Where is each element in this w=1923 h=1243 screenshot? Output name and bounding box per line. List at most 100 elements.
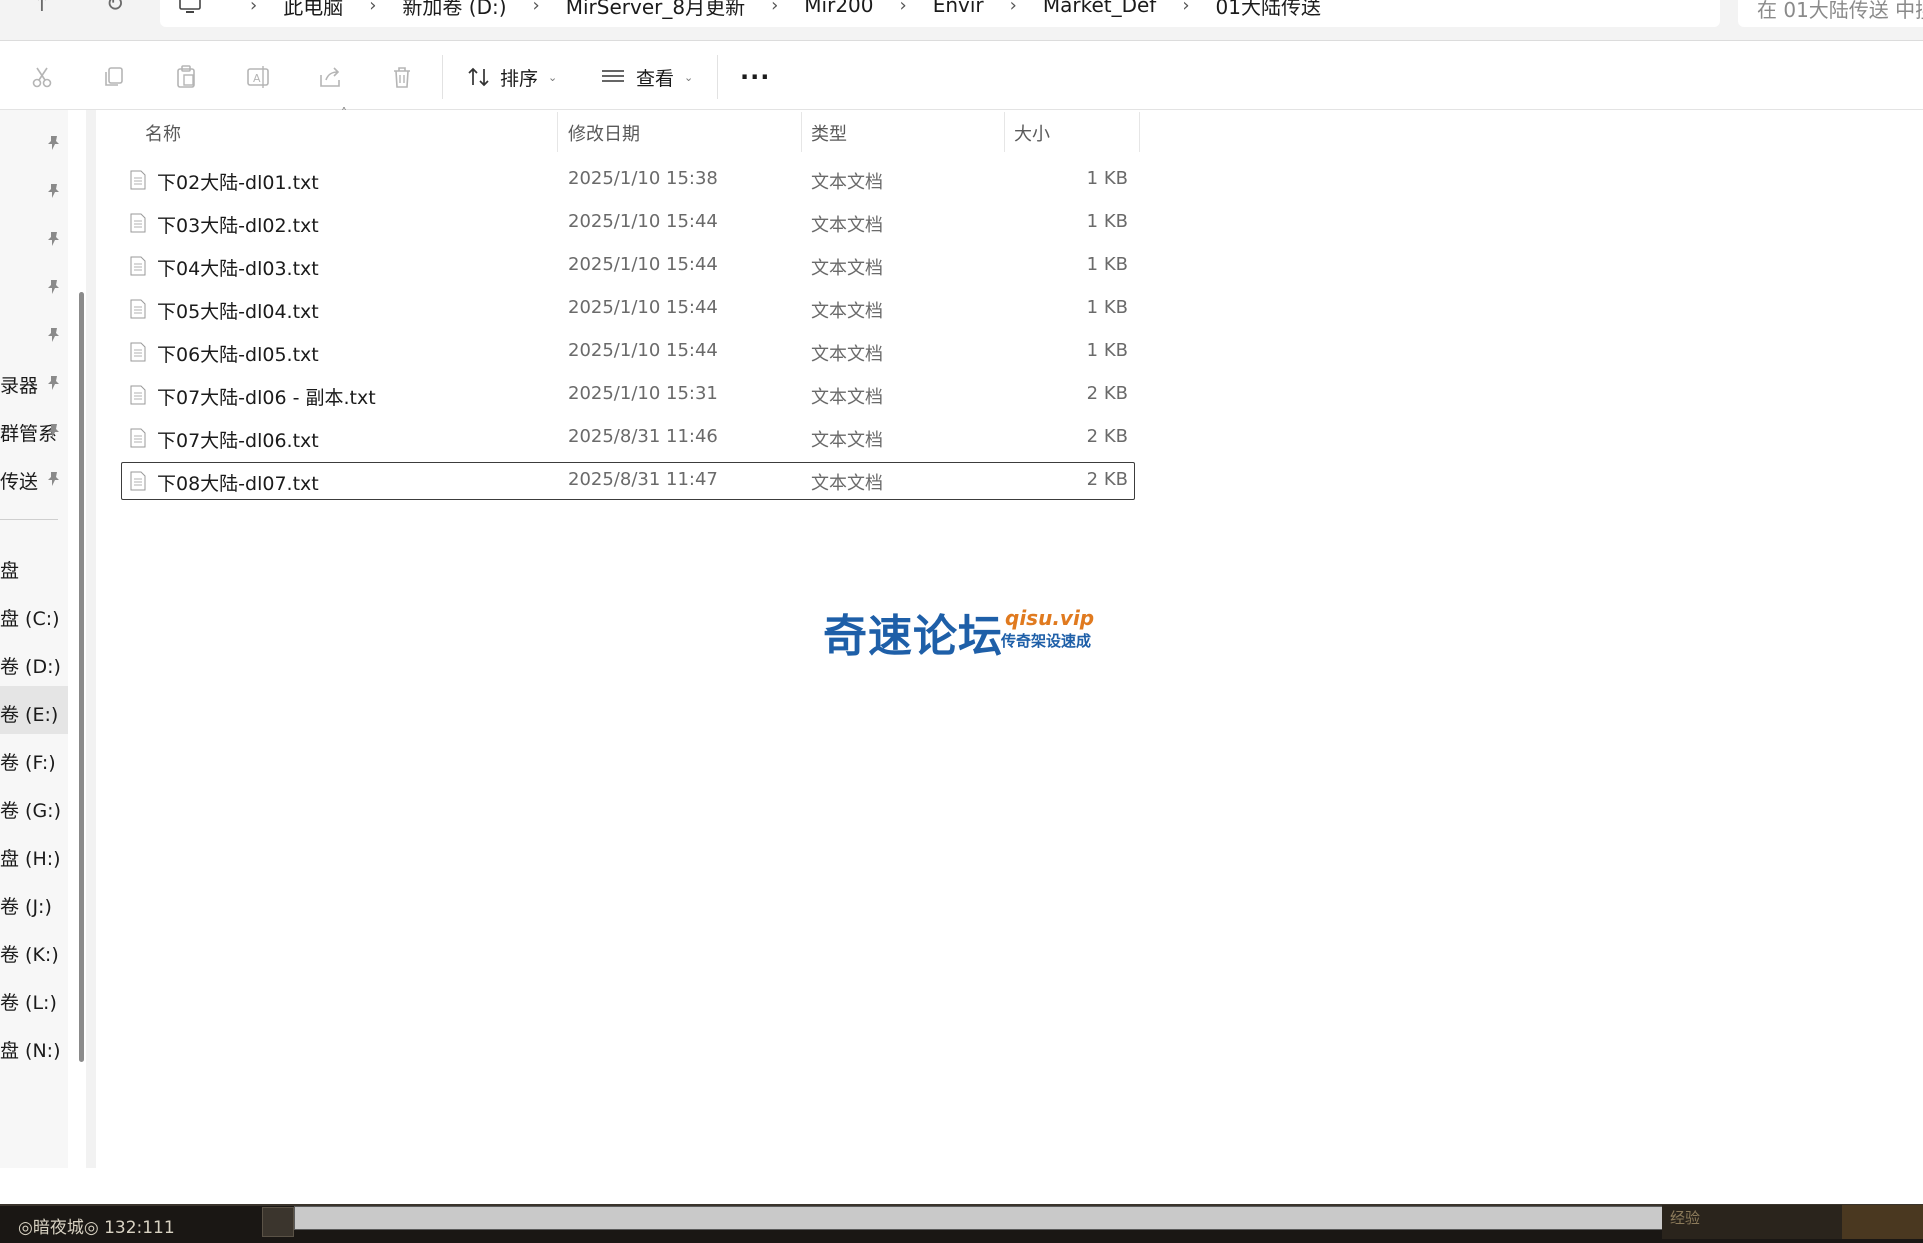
text-file-icon xyxy=(130,342,146,362)
pin-icon[interactable] xyxy=(46,327,60,343)
file-name: 下04大陆-dl03.txt xyxy=(157,258,319,280)
column-header-size[interactable]: 大小 xyxy=(1014,120,1050,146)
file-type: 文本文档 xyxy=(811,172,883,193)
computer-icon xyxy=(179,0,201,13)
pin-icon[interactable] xyxy=(46,423,60,439)
sidebar-item-drive[interactable]: 卷 (F:) xyxy=(0,748,56,775)
sidebar-item-drive[interactable]: 卷 (L:) xyxy=(0,988,57,1015)
text-file-icon xyxy=(130,170,146,190)
pin-icon[interactable] xyxy=(46,279,60,295)
game-bar-track[interactable] xyxy=(294,1206,1664,1230)
sidebar-item-drive[interactable]: 卷 (D:) xyxy=(0,652,61,679)
sidebar-item-drive[interactable]: 盘 (H:) xyxy=(0,844,61,871)
file-name: 下08大陆-dl07.txt xyxy=(157,473,319,495)
sort-ascending-caret-icon: ˄ xyxy=(341,106,347,120)
column-divider[interactable] xyxy=(801,112,802,152)
view-label: 查看 xyxy=(636,67,675,90)
sidebar-item-drive[interactable]: 盘 xyxy=(0,556,19,583)
file-name: 下07大陆-dl06.txt xyxy=(157,430,319,452)
delete-icon[interactable] xyxy=(388,63,416,91)
column-header-date[interactable]: 修改日期 xyxy=(568,120,640,146)
column-header-type[interactable]: 类型 xyxy=(811,120,847,146)
sidebar-item-drive[interactable]: 卷 (E:) xyxy=(0,700,58,727)
pin-icon[interactable] xyxy=(46,231,60,247)
sort-icon xyxy=(468,67,489,87)
file-date: 2025/8/31 11:47 xyxy=(568,469,718,490)
more-options-button[interactable]: ··· xyxy=(740,63,770,91)
chevron-right-icon: › xyxy=(771,0,779,16)
file-date: 2025/8/31 11:46 xyxy=(568,426,718,447)
cut-icon[interactable] xyxy=(28,63,56,91)
sidebar-divider xyxy=(0,519,58,520)
sidebar-item-quick-access[interactable]: 录器 xyxy=(0,371,38,398)
chevron-right-icon: › xyxy=(1009,0,1017,16)
view-list-icon xyxy=(602,70,624,82)
column-divider[interactable] xyxy=(1139,112,1140,152)
view-button[interactable]: 查看 ⌄ xyxy=(600,63,693,91)
breadcrumb-this-pc[interactable]: 此电脑 xyxy=(283,0,343,20)
chevron-right-icon: › xyxy=(532,0,540,16)
sidebar-item-drive[interactable]: 卷 (G:) xyxy=(0,796,61,823)
file-date: 2025/1/10 15:44 xyxy=(568,297,718,318)
chevron-down-icon: ⌄ xyxy=(684,70,694,84)
file-size: 2 KB xyxy=(1086,426,1128,447)
toolbar-divider xyxy=(717,55,718,99)
sidebar-item-drive[interactable]: 盘 (N:) xyxy=(0,1036,60,1063)
copy-icon[interactable] xyxy=(100,63,128,91)
breadcrumb-drive-d[interactable]: 新加卷 (D:) xyxy=(402,0,506,20)
chevron-right-icon: › xyxy=(1182,0,1190,16)
pin-icon[interactable] xyxy=(46,135,60,151)
pin-icon[interactable] xyxy=(46,471,60,487)
file-name: 下03大陆-dl02.txt xyxy=(157,215,319,237)
watermark-url: qisu.vip xyxy=(1005,606,1095,630)
breadcrumb-mirserver[interactable]: MirServer_8月更新 xyxy=(566,0,745,20)
breadcrumb-current-folder[interactable]: 01大陆传送 xyxy=(1216,0,1321,20)
text-file-icon xyxy=(130,471,146,491)
file-size: 2 KB xyxy=(1086,383,1128,404)
sidebar-item-quick-access[interactable]: 传送 xyxy=(0,467,38,494)
column-divider[interactable] xyxy=(1004,112,1005,152)
column-header-name[interactable]: 名称 xyxy=(145,120,181,146)
pin-icon[interactable] xyxy=(46,183,60,199)
toolbar-divider xyxy=(442,55,443,99)
navigation-pane-scrollbar[interactable] xyxy=(79,292,84,1062)
file-type: 文本文档 xyxy=(811,301,883,322)
file-type: 文本文档 xyxy=(811,430,883,451)
sort-label: 排序 xyxy=(500,67,539,90)
share-icon[interactable] xyxy=(316,63,344,91)
text-file-icon xyxy=(130,299,146,319)
pin-icon[interactable] xyxy=(46,375,60,391)
chevron-right-icon: › xyxy=(369,0,377,16)
file-size: 1 KB xyxy=(1086,168,1128,189)
file-name: 下02大陆-dl01.txt xyxy=(157,172,319,194)
breadcrumb-mir200[interactable]: Mir200 xyxy=(804,0,873,17)
file-size: 1 KB xyxy=(1086,211,1128,232)
file-size: 1 KB xyxy=(1086,254,1128,275)
file-name: 下05大陆-dl04.txt xyxy=(157,301,319,323)
column-divider[interactable] xyxy=(557,112,558,152)
file-name: 下06大陆-dl05.txt xyxy=(157,344,319,366)
file-size: 1 KB xyxy=(1086,340,1128,361)
breadcrumb-market-def[interactable]: Market_Def xyxy=(1043,0,1157,17)
up-arrow-icon[interactable]: ↑ xyxy=(22,0,62,20)
file-size: 1 KB xyxy=(1086,297,1128,318)
sidebar-item-drive[interactable]: 卷 (K:) xyxy=(0,940,59,967)
file-date: 2025/1/10 15:44 xyxy=(568,211,718,232)
sidebar-item-drive[interactable]: 盘 (C:) xyxy=(0,604,60,631)
sort-button[interactable]: 排序 ⌄ xyxy=(466,63,557,91)
game-bar-slot[interactable] xyxy=(262,1207,294,1237)
search-placeholder: 在 01大陆传送 中搜 xyxy=(1757,0,1923,22)
sidebar-item-drive[interactable]: 卷 (J:) xyxy=(0,892,52,919)
refresh-icon[interactable]: ↻ xyxy=(95,0,135,20)
command-bar: A 排序 ⌄ 查看 ⌄ ··· xyxy=(0,41,1923,110)
svg-text:A: A xyxy=(253,72,261,85)
file-date: 2025/1/10 15:31 xyxy=(568,383,718,404)
file-type: 文本文档 xyxy=(811,215,883,236)
file-type: 文本文档 xyxy=(811,344,883,365)
breadcrumb-envir[interactable]: Envir xyxy=(933,0,984,17)
paste-icon[interactable] xyxy=(172,63,200,91)
game-bar-emblem xyxy=(1842,1205,1923,1239)
text-file-icon xyxy=(130,256,146,276)
file-date: 2025/1/10 15:38 xyxy=(568,168,718,189)
rename-icon[interactable]: A xyxy=(244,63,272,91)
